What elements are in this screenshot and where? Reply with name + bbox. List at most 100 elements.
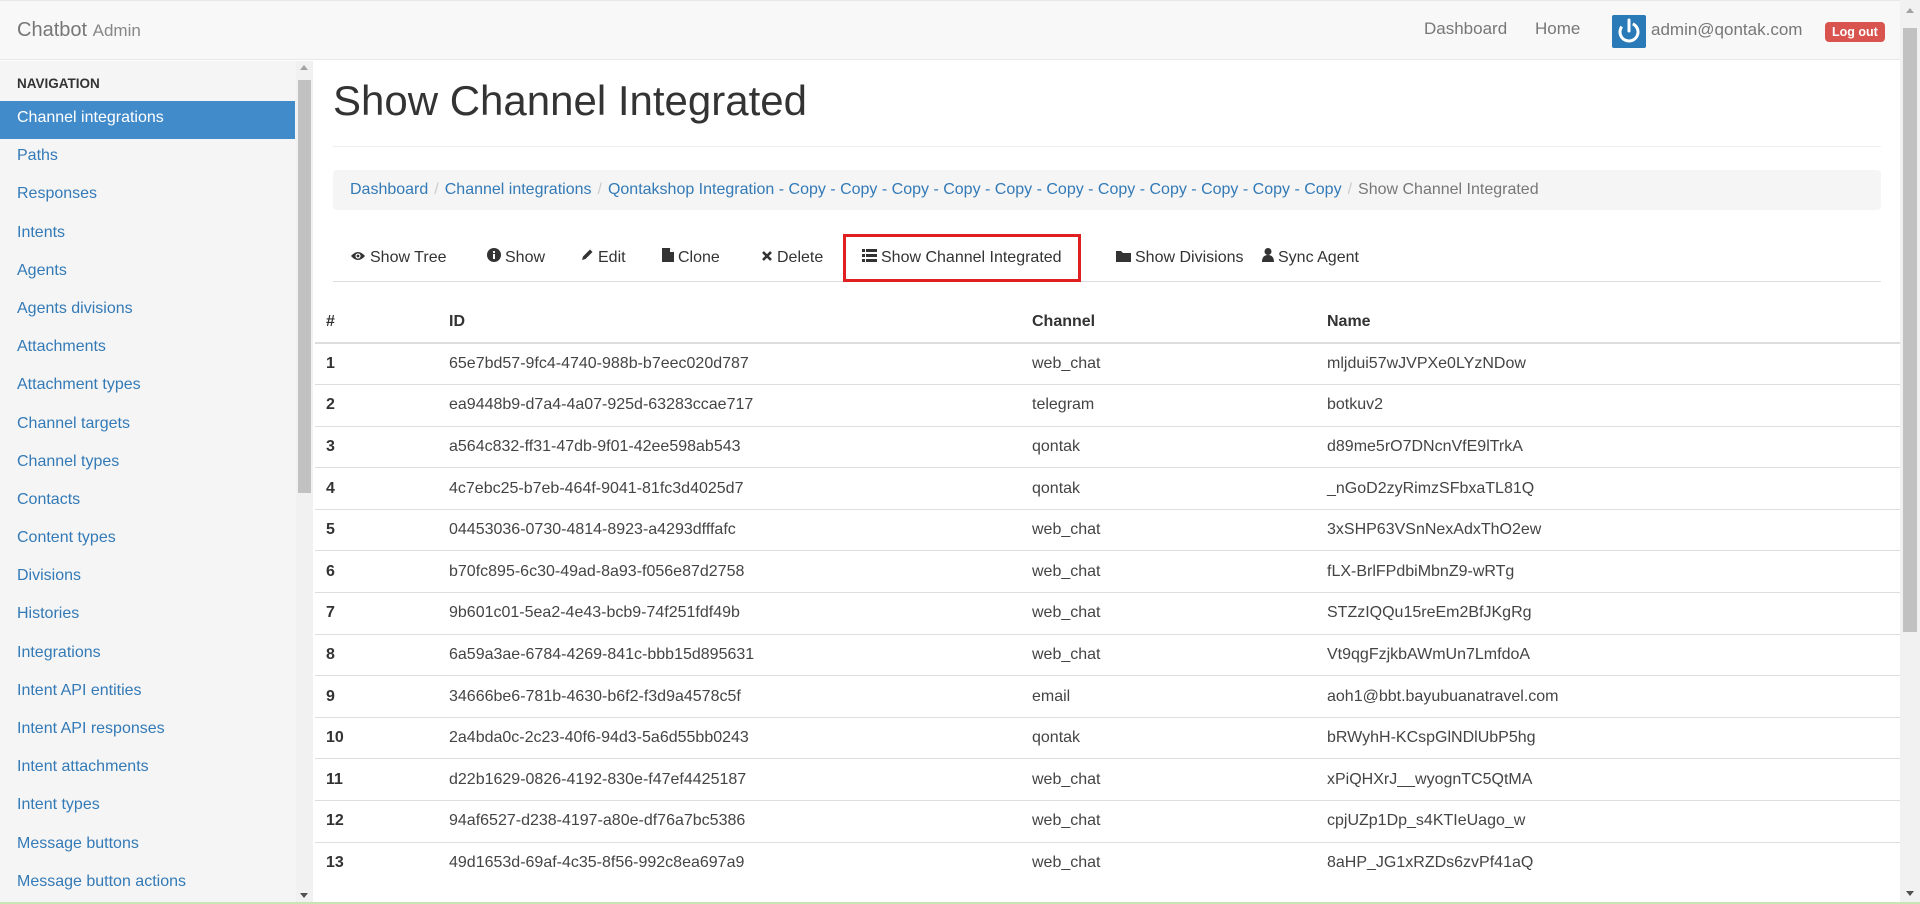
sidebar-item-intent-api-responses[interactable]: Intent API responses (0, 712, 295, 750)
cell-num: 10 (315, 716, 438, 759)
sidebar-item-intent-types[interactable]: Intent types (0, 788, 295, 826)
top-navbar: Chatbot Admin Dashboard Home admin@qonta… (0, 0, 1920, 60)
info-circle-icon (487, 234, 501, 282)
cell-name: aoh1@bbt.bayubuanatravel.com (1316, 675, 1900, 718)
cell-channel: web_chat (1021, 508, 1316, 551)
scroll-up-arrow-icon[interactable] (300, 65, 308, 70)
scroll-up-arrow-icon[interactable] (1906, 8, 1914, 13)
tab-sync-agent[interactable]: Sync Agent (1262, 234, 1359, 282)
cell-channel: web_chat (1021, 841, 1316, 884)
tab-show-tree[interactable]: Show Tree (350, 234, 446, 282)
cell-channel: web_chat (1021, 550, 1316, 593)
cell-num: 4 (315, 467, 438, 510)
cell-num: 2 (315, 384, 438, 427)
logout-button[interactable]: Log out (1825, 22, 1885, 42)
page-scrollbar[interactable] (1900, 0, 1920, 904)
breadcrumb-channel-integrations[interactable]: Channel integrations (445, 181, 592, 198)
sidebar-item-attachments[interactable]: Attachments (0, 330, 295, 368)
cell-id: ea9448b9-d7a4-4a07-925d-63283ccae717 (438, 384, 1021, 427)
cell-id: 34666be6-781b-4630-b6f2-f3d9a4578c5f (438, 675, 1021, 718)
sidebar-item-message-button-actions[interactable]: Message button actions (0, 865, 295, 903)
times-icon (761, 234, 773, 282)
cell-num: 3 (315, 425, 438, 468)
cell-num: 12 (315, 800, 438, 843)
sidebar-scrollbar-thumb[interactable] (298, 80, 311, 493)
sidebar-item-responses[interactable]: Responses (0, 177, 295, 215)
breadcrumb-separator: / (434, 181, 439, 198)
cell-name: cpjUZp1Dp_s4KTIeUago_w (1316, 800, 1900, 843)
sidebar-item-agents[interactable]: Agents (0, 254, 295, 292)
cell-name: 8aHP_JG1xRZDs6zvPf41aQ (1316, 841, 1900, 884)
brand-name[interactable]: Chatbot (17, 19, 87, 41)
cell-id: a564c832-ff31-47db-9f01-42ee598ab543 (438, 425, 1021, 468)
header-num: # (315, 301, 438, 344)
sidebar-item-paths[interactable]: Paths (0, 139, 295, 177)
sidebar-item-contacts[interactable]: Contacts (0, 483, 295, 521)
sidebar-item-agents-divisions[interactable]: Agents divisions (0, 292, 295, 330)
table-row: 3 a564c832-ff31-47db-9f01-42ee598ab543 qon… (315, 425, 1900, 468)
cell-channel: web_chat (1021, 758, 1316, 801)
cell-num: 1 (315, 342, 438, 385)
sidebar-item-channel-integrations[interactable]: Channel integrations (0, 101, 295, 140)
tab-edit[interactable]: Edit (580, 234, 626, 282)
cell-channel: web_chat (1021, 633, 1316, 676)
cell-id: 4c7ebc25-b7eb-464f-9041-81fc3d4025d7 (438, 467, 1021, 510)
tab-clone[interactable]: Clone (662, 234, 720, 282)
tab-show-divisions[interactable]: Show Divisions (1116, 234, 1243, 282)
sidebar-item-intents[interactable]: Intents (0, 216, 295, 254)
nav-dashboard-link[interactable]: Dashboard (1424, 19, 1507, 39)
cell-num: 7 (315, 592, 438, 635)
cell-name: 3xSHP63VSnNexAdxThO2ew (1316, 508, 1900, 551)
brand[interactable]: Chatbot Admin (17, 19, 141, 42)
cell-num: 11 (315, 758, 438, 801)
cell-id: 6a59a3ae-6784-4269-841c-bbb15d895631 (438, 633, 1021, 676)
tab-label: Clone (678, 249, 720, 267)
sidebar-item-channel-types[interactable]: Channel types (0, 445, 295, 483)
sidebar-item-message-buttons[interactable]: Message buttons (0, 827, 295, 865)
breadcrumb: Dashboard / Channel integrations / Qontaksho… (333, 170, 1881, 210)
tab-show[interactable]: Show (487, 234, 545, 282)
tab-label: Show Divisions (1135, 249, 1244, 267)
sidebar-scrollbar[interactable] (296, 61, 313, 904)
cell-name: bRWyhH-KCspGlNDlUbP5hg (1316, 716, 1900, 759)
table-row: 7 9b601c01-5ea2-4e43-bcb9-74f251fdf49b web… (315, 592, 1900, 635)
header-channel: Channel (1021, 301, 1316, 344)
tab-label: Edit (598, 249, 626, 267)
cell-id: d22b1629-0826-4192-830e-f47ef4425187 (438, 758, 1021, 801)
cell-name: fLX-BrlFPdbiMbnZ9-wRTg (1316, 550, 1900, 593)
nav-home-link[interactable]: Home (1535, 19, 1580, 39)
page-scrollbar-thumb[interactable] (1903, 28, 1917, 632)
sidebar: NAVIGATION Channel integrations Paths Re… (0, 61, 296, 904)
cell-id: 65e7bd57-9fc4-4740-988b-b7eec020d787 (438, 342, 1021, 385)
sidebar-item-intent-attachments[interactable]: Intent attachments (0, 750, 295, 788)
cell-channel: email (1021, 675, 1316, 718)
table-row: 6 b70fc895-6c30-49ad-8a93-f056e87d2758 web… (315, 550, 1900, 593)
sidebar-item-integrations[interactable]: Integrations (0, 636, 295, 674)
breadcrumb-integration[interactable]: Qontakshop Integration - Copy - Copy - C… (608, 181, 1342, 198)
power-icon[interactable] (1612, 15, 1646, 48)
pencil-icon (580, 234, 594, 282)
breadcrumb-current: Show Channel Integrated (1358, 181, 1539, 198)
page-title: Show Channel Integrated (333, 77, 807, 124)
eye-icon (350, 234, 366, 282)
scroll-down-arrow-icon[interactable] (1906, 891, 1914, 896)
sidebar-item-histories[interactable]: Histories (0, 597, 295, 635)
sidebar-item-intent-api-entities[interactable]: Intent API entities (0, 674, 295, 712)
scroll-down-arrow-icon[interactable] (300, 893, 308, 898)
table-row: 11 d22b1629-0826-4192-830e-f47ef4425187 we… (315, 758, 1900, 801)
breadcrumb-dashboard[interactable]: Dashboard (350, 181, 428, 198)
cell-id: b70fc895-6c30-49ad-8a93-f056e87d2758 (438, 550, 1021, 593)
tab-delete[interactable]: Delete (761, 234, 823, 282)
cell-channel: qontak (1021, 467, 1316, 510)
cell-name: STZzIQQu15reEm2BfJKgRg (1316, 592, 1900, 635)
tab-label: Show (505, 249, 546, 267)
sidebar-item-channel-targets[interactable]: Channel targets (0, 407, 295, 445)
sidebar-item-content-types[interactable]: Content types (0, 521, 295, 559)
tab-show-channel-integrated[interactable]: Show Channel Integrated (843, 234, 1081, 282)
sidebar-item-divisions[interactable]: Divisions (0, 559, 295, 597)
table-row: 2 ea9448b9-d7a4-4a07-925d-63283ccae717 tel… (315, 384, 1900, 427)
table-header-row: # ID Channel Name (315, 301, 1900, 344)
sidebar-item-attachment-types[interactable]: Attachment types (0, 368, 295, 406)
brand-sub[interactable]: Admin (93, 21, 141, 40)
user-email-link[interactable]: admin@qontak.com (1651, 20, 1802, 40)
